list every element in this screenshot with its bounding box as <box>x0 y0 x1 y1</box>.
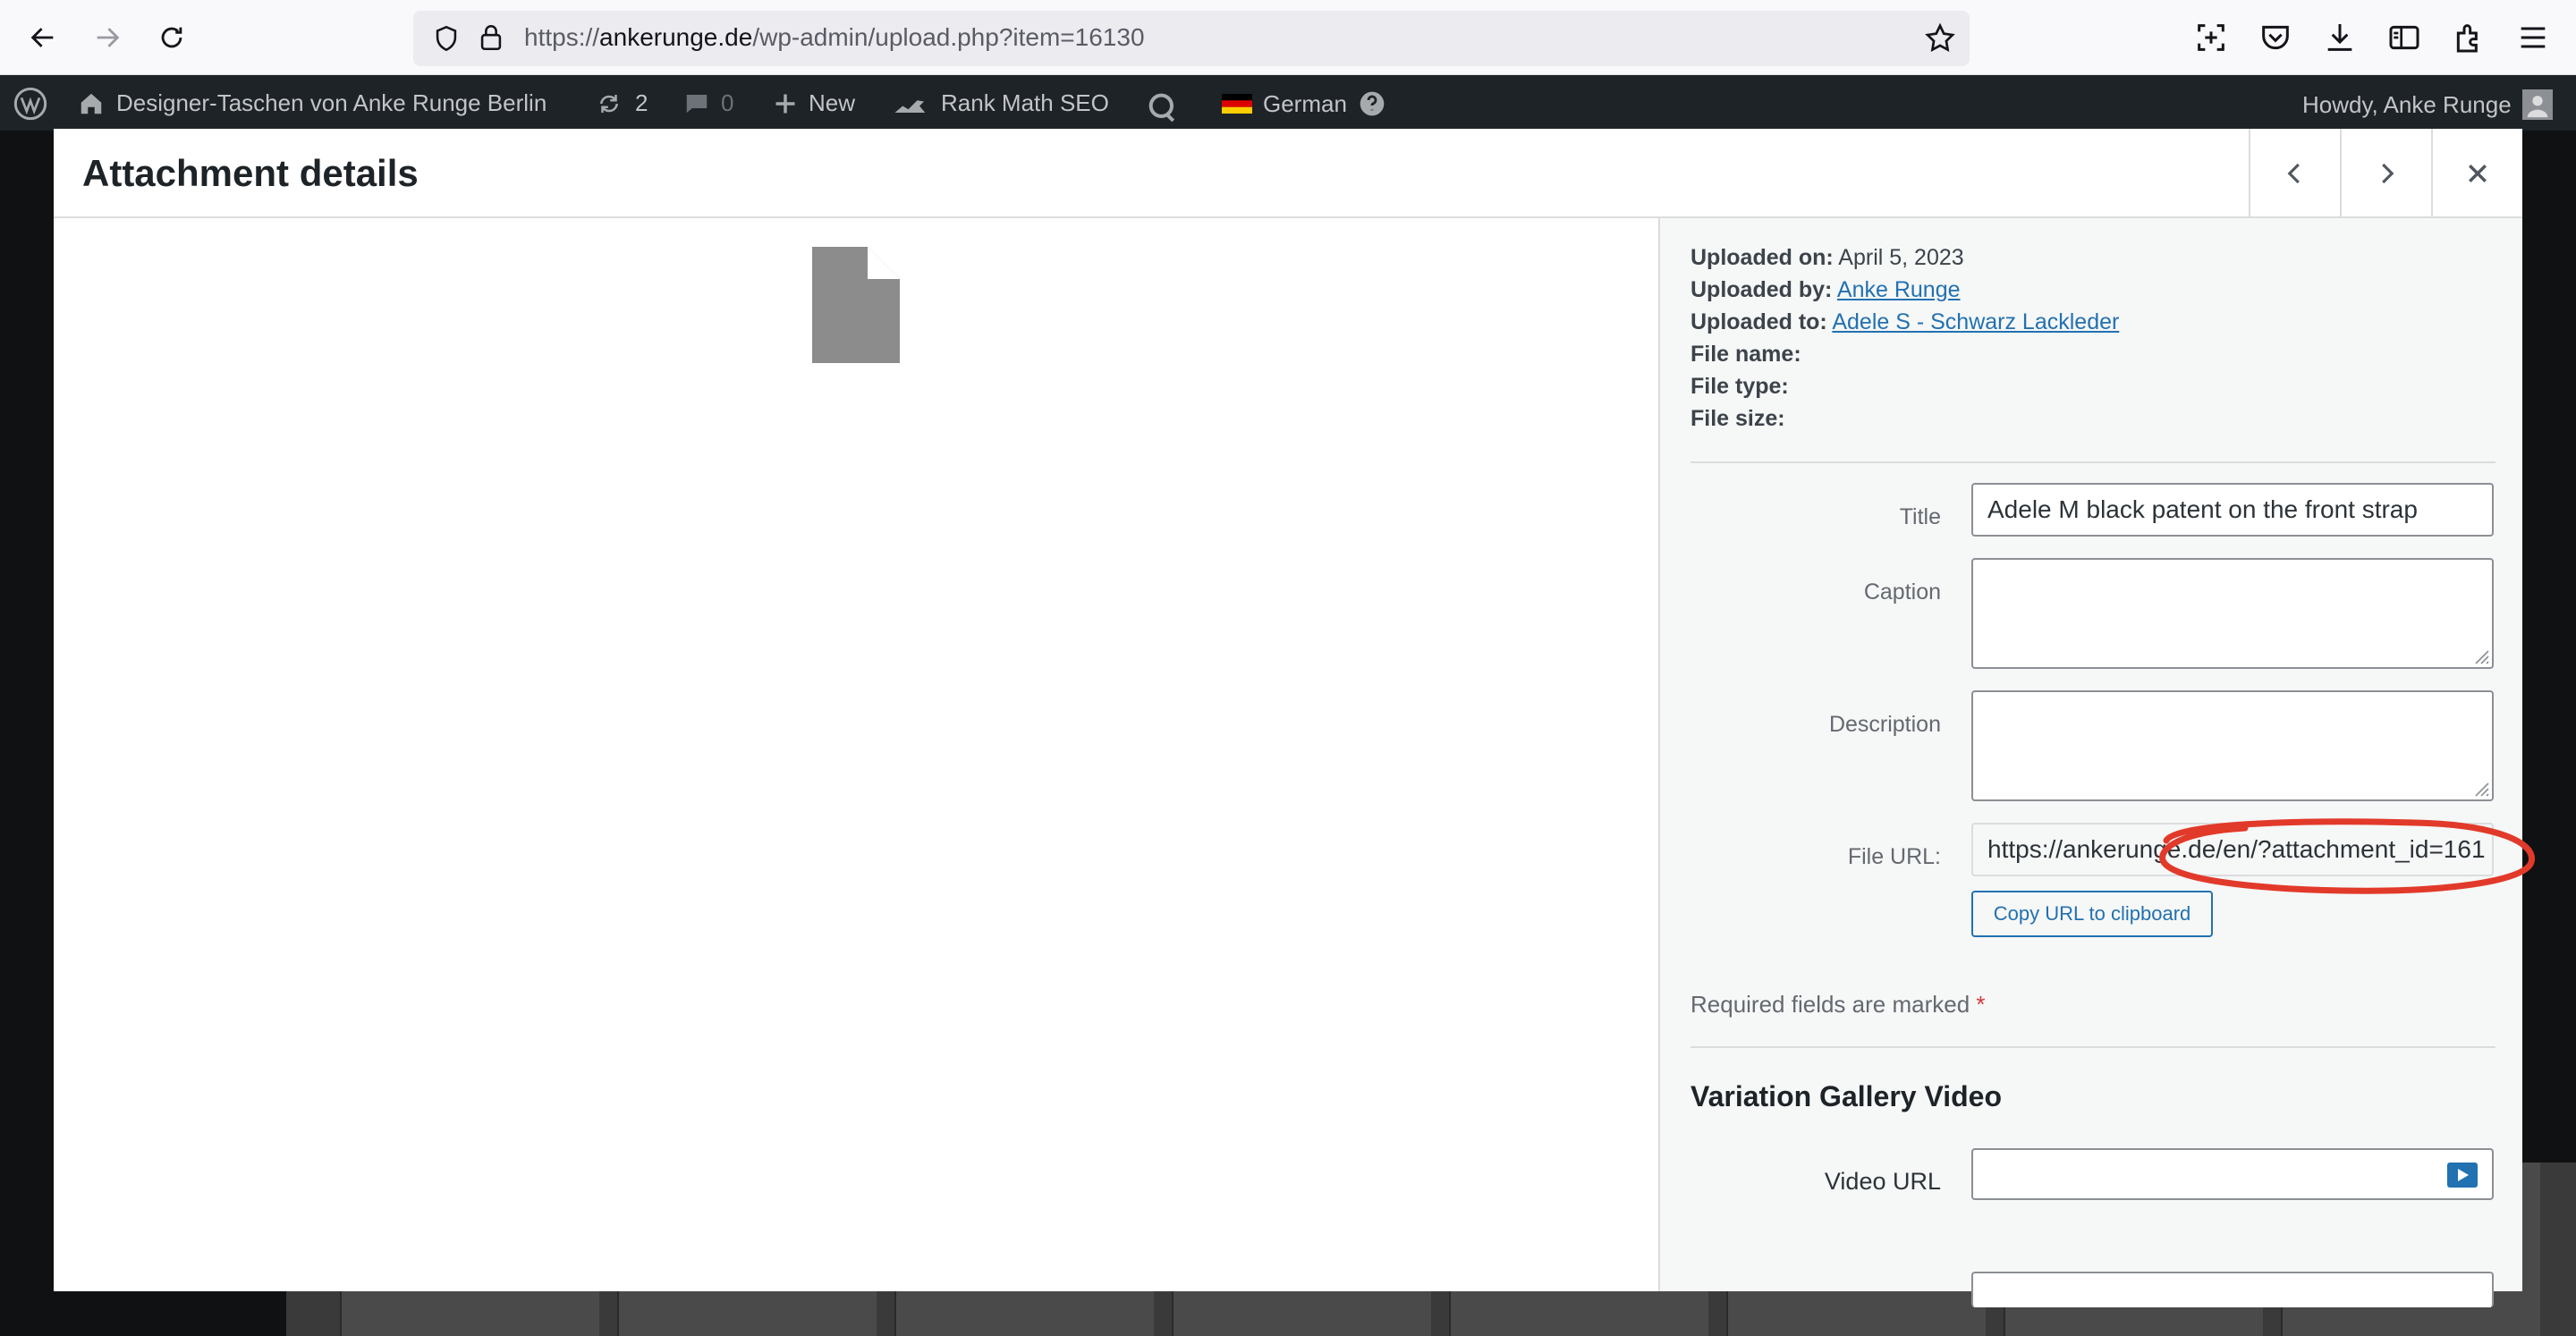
file-size-row: File size: <box>1690 402 2119 435</box>
title-input-value: Adele M black patent on the front strap <box>1987 495 2418 523</box>
resize-handle-icon[interactable] <box>2470 646 2490 665</box>
uploaded-to-label: Uploaded to: <box>1690 309 1827 334</box>
uploaded-on-label: Uploaded on: <box>1690 245 1834 270</box>
required-text: Required fields are marked <box>1690 991 1970 1018</box>
language-label: German <box>1263 89 1347 117</box>
chevron-left-icon <box>2287 163 2300 184</box>
previous-attachment-button[interactable] <box>2249 129 2340 218</box>
screenshot-icon[interactable] <box>2193 20 2229 55</box>
title-label: Title <box>1899 504 1941 529</box>
video-play-icon[interactable] <box>2447 1163 2478 1188</box>
comment-icon <box>686 94 708 113</box>
attachment-details-modal: Attachment details Uploaded on: April 5,… <box>54 129 2522 1307</box>
help-icon[interactable] <box>1358 89 1386 118</box>
video-url-input[interactable] <box>1971 1148 2494 1200</box>
updates-link[interactable]: 2 <box>594 89 648 117</box>
sidebar-icon[interactable] <box>2386 20 2422 55</box>
my-account-link[interactable]: Howdy, Anke Runge <box>2302 89 2553 120</box>
file-name-label: File name: <box>1690 342 1801 367</box>
file-url-label: File URL: <box>1847 844 1941 869</box>
video-url-label: Video URL <box>1824 1168 1941 1195</box>
arrow-left-icon <box>30 28 54 47</box>
chevron-right-icon <box>2382 163 2394 184</box>
updates-icon <box>600 94 618 113</box>
attachment-preview <box>54 218 1658 1291</box>
german-flag-icon <box>1222 94 1252 114</box>
plus-icon <box>775 94 795 113</box>
uploaded-to-link[interactable]: Adele S - Schwarz Lackleder <box>1832 309 2119 334</box>
attachment-info-panel: Uploaded on: April 5, 2023 Uploaded by: … <box>1658 218 2522 1307</box>
forward-button[interactable] <box>86 16 129 59</box>
home-icon <box>80 93 102 114</box>
file-url-value: https://ankerunge.de/en/?attachment_id=1… <box>1987 835 2485 863</box>
file-url-input[interactable]: https://ankerunge.de/en/?attachment_id=1… <box>1971 823 2494 876</box>
url-host: ankerunge.de <box>599 23 753 51</box>
next-field-input[interactable] <box>1971 1272 2494 1307</box>
description-label: Description <box>1828 712 1941 737</box>
file-type-label: File type: <box>1690 374 1789 399</box>
next-attachment-button[interactable] <box>2340 129 2431 218</box>
language-switcher[interactable]: German <box>1222 89 1386 118</box>
file-details: Uploaded on: April 5, 2023 Uploaded by: … <box>1690 241 2119 435</box>
comments-link[interactable]: 0 <box>683 89 733 117</box>
menu-icon[interactable] <box>2515 20 2551 55</box>
file-size-label: File size: <box>1690 406 1785 431</box>
divider <box>1690 1046 2496 1048</box>
url-path: /wp-admin/upload.php?item=16130 <box>752 23 1145 51</box>
required-star: * <box>1976 991 1986 1018</box>
required-fields-note: Required fields are marked * <box>1690 991 1986 1019</box>
uploaded-on-row: Uploaded on: April 5, 2023 <box>1690 241 2119 274</box>
search-circle-icon <box>1148 93 1175 123</box>
reload-icon <box>161 27 182 48</box>
modal-title: Attachment details <box>82 152 419 194</box>
copy-url-button[interactable]: Copy URL to clipboard <box>1971 891 2213 937</box>
uploaded-by-row: Uploaded by: Anke Runge <box>1690 274 2119 306</box>
address-bar[interactable]: https://ankerunge.de/wp-admin/upload.php… <box>413 11 1970 66</box>
variation-gallery-title: Variation Gallery Video <box>1690 1080 2002 1112</box>
divider <box>1690 461 2496 463</box>
quick-search-link[interactable] <box>1145 89 1181 125</box>
caption-textarea[interactable] <box>1971 558 2494 669</box>
site-name: Designer-Taschen von Anke Runge Berlin <box>116 89 547 116</box>
url-text[interactable]: https://ankerunge.de/wp-admin/upload.php… <box>524 23 1145 52</box>
url-prefix: https:// <box>524 23 600 51</box>
document-icon <box>812 247 900 363</box>
lock-icon[interactable] <box>476 21 506 54</box>
bookmark-star-icon[interactable] <box>1923 21 1957 55</box>
file-type-row: File type: <box>1690 370 2119 402</box>
comments-count: 0 <box>721 89 734 116</box>
wp-logo[interactable] <box>13 86 48 122</box>
updates-count: 2 <box>635 89 648 116</box>
wordpress-icon <box>13 87 47 121</box>
uploaded-to-row: Uploaded to: Adele S - Schwarz Lackleder <box>1690 306 2119 338</box>
wp-admin-bar: Designer-Taschen von Anke Runge Berlin 2… <box>0 75 2576 131</box>
close-modal-button[interactable] <box>2431 129 2522 218</box>
title-input[interactable]: Adele M black patent on the front strap <box>1971 483 2494 537</box>
reload-button[interactable] <box>150 16 193 59</box>
rank-math-icon <box>894 99 926 113</box>
close-icon <box>2469 165 2487 182</box>
file-name-row: File name: <box>1690 338 2119 370</box>
resize-handle-icon[interactable] <box>2470 778 2490 798</box>
back-button[interactable] <box>21 16 64 59</box>
browser-toolbar: https://ankerunge.de/wp-admin/upload.php… <box>0 0 2576 75</box>
extensions-icon[interactable] <box>2451 20 2487 55</box>
arrow-right-icon <box>97 28 120 47</box>
new-label: New <box>809 89 856 116</box>
modal-header: Attachment details <box>54 129 2522 218</box>
uploaded-by-link[interactable]: Anke Runge <box>1837 277 1961 302</box>
rank-math-label: Rank Math SEO <box>941 89 1109 116</box>
uploaded-by-label: Uploaded by: <box>1690 277 1833 302</box>
howdy-text: Howdy, Anke Runge <box>2302 90 2512 118</box>
description-textarea[interactable] <box>1971 690 2494 801</box>
caption-label: Caption <box>1863 579 1941 605</box>
new-content-link[interactable]: New <box>773 89 855 117</box>
avatar <box>2521 89 2553 120</box>
rank-math-link[interactable]: Rank Math SEO <box>891 89 1109 117</box>
uploaded-on-value: April 5, 2023 <box>1838 245 1964 270</box>
site-name-link[interactable]: Designer-Taschen von Anke Runge Berlin <box>77 89 547 117</box>
pocket-icon[interactable] <box>2258 20 2293 55</box>
shield-icon[interactable] <box>431 23 462 54</box>
download-icon[interactable] <box>2322 20 2358 55</box>
